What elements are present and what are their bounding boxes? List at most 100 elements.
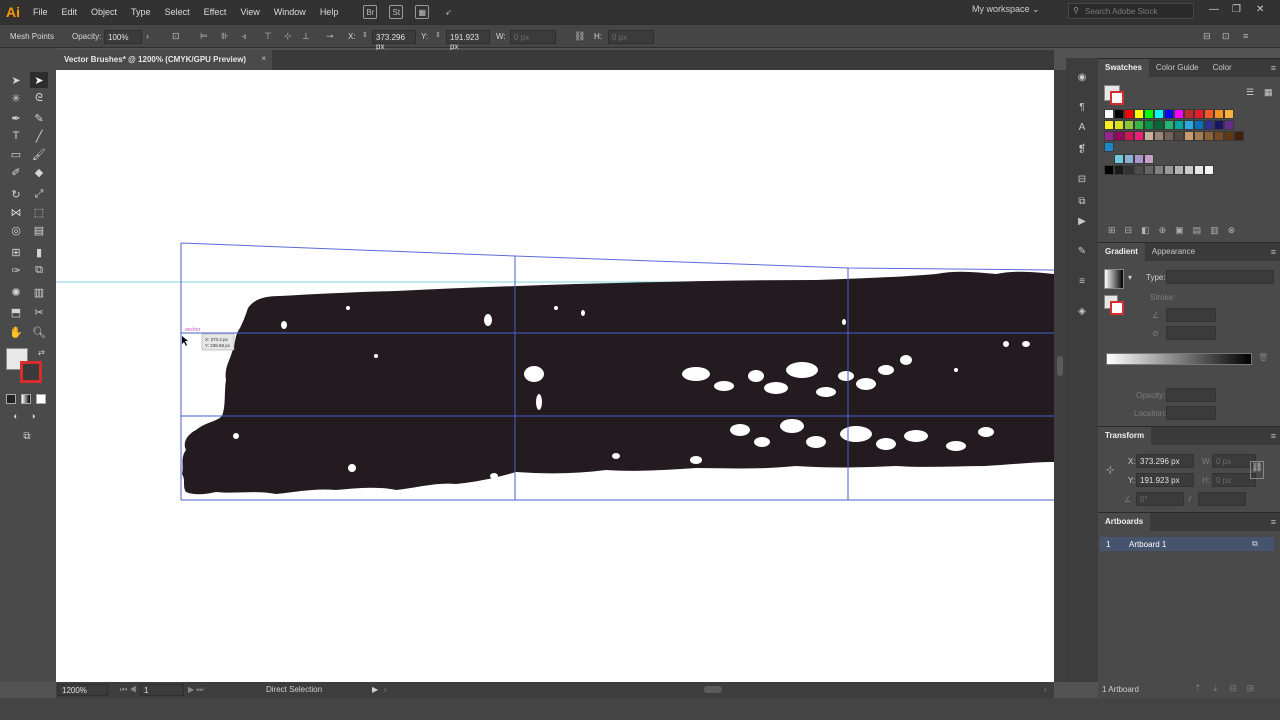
swatch-stroke-preview[interactable] [1110, 91, 1124, 105]
gradient-slider[interactable] [1106, 353, 1252, 365]
close-icon[interactable]: ✕ [1256, 4, 1264, 15]
blend-tool-icon[interactable]: ⧉ [30, 262, 48, 278]
panel-menu-icon[interactable]: ≡ [1271, 63, 1276, 73]
color-swatch[interactable] [1104, 131, 1114, 141]
menu-file[interactable]: File [26, 7, 55, 17]
tab-color-guide[interactable]: Color Guide [1149, 59, 1206, 77]
menu-view[interactable]: View [233, 7, 266, 17]
color-swatch[interactable] [1174, 109, 1184, 119]
color-swatch[interactable] [1164, 131, 1174, 141]
bridge-icon[interactable]: Br [363, 5, 378, 19]
tab-color[interactable]: Color [1206, 59, 1239, 77]
arrange-documents-icon[interactable]: ▦ [415, 5, 430, 19]
swap-fill-stroke-icon[interactable]: ⇄ [38, 348, 45, 357]
menu-select[interactable]: Select [158, 7, 197, 17]
color-swatch[interactable] [1144, 109, 1154, 119]
draw-behind-icon[interactable]: ◑ [24, 408, 42, 424]
color-swatch[interactable] [1134, 165, 1144, 175]
artboard-number-select[interactable]: 1 [140, 684, 184, 696]
transform-angle-input[interactable]: 0° [1136, 492, 1184, 506]
minimize-icon[interactable]: — [1209, 4, 1219, 15]
artboards-title[interactable]: Artboards [1098, 513, 1151, 531]
anchor-point-icon[interactable]: ⊸ [326, 31, 334, 42]
aspect-ratio-icon[interactable]: ⊘ [1152, 329, 1159, 338]
artboard-tool-icon[interactable]: ⬒ [7, 304, 25, 320]
brushes-icon[interactable]: ✎ [1075, 244, 1089, 258]
slice-tool-icon[interactable]: ✂ [30, 304, 48, 320]
character-icon[interactable]: A [1075, 120, 1089, 134]
stock-icon[interactable]: St [389, 5, 404, 19]
magic-wand-tool-icon[interactable]: ✳ [7, 90, 25, 106]
color-swatch[interactable] [1134, 109, 1144, 119]
screen-mode-icon[interactable]: ⧉ [18, 428, 36, 444]
color-swatch[interactable] [1194, 165, 1204, 175]
stroke-swatch[interactable] [20, 361, 42, 383]
direct-selection-tool-icon[interactable]: ➤ [30, 72, 48, 88]
document-tab[interactable]: Vector Brushes* @ 1200% (CMYK/GPU Previe… [56, 50, 272, 70]
first-artboard-icon[interactable]: ⏮ ◀ [120, 685, 137, 695]
symbol-sprayer-tool-icon[interactable]: ✺ [7, 284, 25, 300]
rotate-tool-icon[interactable]: ↻ [7, 186, 25, 202]
rectangle-tool-icon[interactable]: ▭ [7, 146, 25, 162]
panel-menu-icon[interactable]: ⊟ [1203, 31, 1211, 42]
color-swatch[interactable] [1144, 120, 1154, 130]
last-artboard-icon[interactable]: ▶ ⏭ [188, 685, 204, 695]
color-swatch[interactable] [1104, 109, 1114, 119]
stepper-icon[interactable]: ⇕ [362, 31, 368, 39]
menu-object[interactable]: Object [84, 7, 124, 17]
workspace-switcher[interactable]: My workspace ⌄ [972, 4, 1040, 15]
color-swatch[interactable] [1194, 120, 1204, 130]
grid-view-icon[interactable]: ▦ [1264, 87, 1273, 98]
color-swatch[interactable] [1234, 131, 1244, 141]
color-swatch[interactable] [1134, 154, 1144, 164]
tab-gradient[interactable]: Gradient [1098, 243, 1145, 261]
color-swatch[interactable] [1184, 109, 1194, 119]
gradient-angle-input[interactable] [1166, 308, 1216, 322]
color-swatch[interactable] [1214, 131, 1224, 141]
color-swatch[interactable] [1124, 120, 1134, 130]
gradient-stroke-swatch[interactable] [1110, 301, 1124, 315]
draw-mode-icon[interactable]: ◐ [7, 408, 25, 424]
align-left-icon[interactable]: ⊨ [200, 31, 208, 42]
actions-icon[interactable]: ▶ [1075, 214, 1089, 228]
color-swatch[interactable] [1114, 131, 1124, 141]
lasso-tool-icon[interactable]: ᘓ [30, 90, 48, 106]
mesh-tool-icon[interactable]: ⊞ [7, 244, 25, 260]
glyphs-icon[interactable]: ❡ [1075, 142, 1089, 156]
color-swatch[interactable] [1144, 154, 1154, 164]
color-swatch[interactable] [1114, 120, 1124, 130]
align-middle-icon[interactable]: ⊹ [284, 31, 292, 42]
close-tab-icon[interactable]: × [261, 54, 266, 63]
color-swatch[interactable] [1154, 120, 1164, 130]
color-swatch[interactable] [1204, 120, 1214, 130]
panel-menu-icon[interactable]: ≡ [1271, 247, 1276, 257]
color-swatch[interactable] [1204, 109, 1214, 119]
color-swatch[interactable] [1144, 165, 1154, 175]
color-swatch[interactable] [1174, 165, 1184, 175]
gradient-dropdown-icon[interactable]: ▾ [1128, 273, 1132, 282]
hand-tool-icon[interactable]: ✋ [7, 324, 25, 340]
align-right-icon[interactable]: ⫣ [241, 31, 246, 42]
type-tool-icon[interactable]: T [7, 128, 25, 144]
panel-menu-icon[interactable]: ≡ [1271, 431, 1276, 441]
x-input[interactable]: 373.296 px [372, 30, 416, 51]
color-swatch[interactable] [1184, 131, 1194, 141]
free-transform-tool-icon[interactable]: ⬚ [30, 204, 48, 220]
angle-icon[interactable]: ∠ [1152, 311, 1159, 320]
search-stock-input[interactable]: Search Adobe Stock [1068, 3, 1194, 19]
zoom-tool-icon[interactable]: 🔍︎ [30, 324, 48, 340]
color-swatch[interactable] [1204, 131, 1214, 141]
color-swatch[interactable] [1154, 109, 1164, 119]
color-swatch[interactable] [1114, 154, 1124, 164]
color-swatch[interactable] [1114, 165, 1124, 175]
color-swatch[interactable] [1174, 120, 1184, 130]
menu-icon[interactable]: ≡ [1243, 31, 1248, 41]
color-swatch[interactable] [1124, 131, 1134, 141]
gradient-location-input[interactable] [1166, 406, 1216, 420]
chevron-right-icon[interactable]: › [146, 31, 149, 41]
transform-icon[interactable]: ⊡ [1222, 31, 1230, 42]
gradient-mode-icon[interactable] [21, 394, 31, 404]
color-swatch[interactable] [1134, 120, 1144, 130]
perspective-grid-tool-icon[interactable]: ▤ [30, 222, 48, 238]
width-tool-icon[interactable]: ⋈ [7, 204, 25, 220]
